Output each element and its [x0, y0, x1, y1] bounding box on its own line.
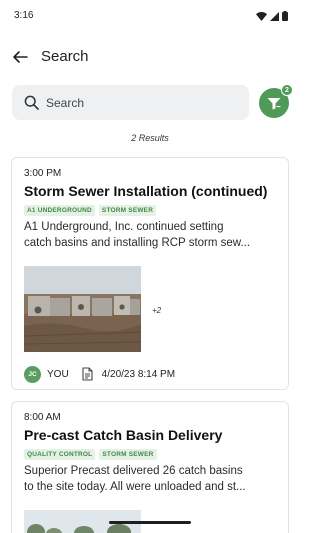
- card-time: 3:00 PM: [24, 168, 62, 179]
- back-button[interactable]: [8, 45, 32, 69]
- tag-list: QUALITY CONTROL STORM SEWER: [24, 449, 157, 460]
- home-indicator[interactable]: [109, 521, 191, 524]
- card-meta: JC YOU 4/20/23 8:14 PM: [24, 365, 175, 383]
- tag: QUALITY CONTROL: [24, 449, 96, 460]
- card-description-line: Superior Precast delivered 26 catch basi…: [24, 465, 243, 477]
- card-time: 8:00 AM: [24, 412, 61, 423]
- card-description-line: catch basins and installing RCP storm se…: [24, 237, 251, 249]
- search-box[interactable]: [12, 85, 249, 120]
- author-label: YOU: [47, 368, 69, 380]
- filter-button[interactable]: 2: [259, 84, 293, 118]
- photo-thumbnail[interactable]: [24, 266, 141, 352]
- document-icon: [81, 366, 95, 382]
- tag: A1 UNDERGROUND: [24, 205, 95, 216]
- arrow-left-icon: [13, 51, 28, 63]
- card-title: Pre-cast Catch Basin Delivery: [24, 427, 223, 443]
- card-description-line: to the site today. All were unloaded and…: [24, 481, 246, 493]
- result-card[interactable]: 8:00 AM Pre-cast Catch Basin Delivery QU…: [11, 401, 289, 533]
- status-icons: [256, 11, 288, 21]
- search-icon: [22, 94, 40, 112]
- result-card[interactable]: 3:00 PM Storm Sewer Installation (contin…: [11, 157, 289, 390]
- tag: STORM SEWER: [99, 449, 157, 460]
- search-input[interactable]: [46, 95, 236, 110]
- status-time: 3:16: [14, 10, 34, 21]
- page-title: Search: [41, 48, 89, 65]
- card-description: Superior Precast delivered 26 catch basi…: [24, 463, 282, 495]
- status-bar: 3:16: [0, 0, 300, 32]
- created-date: 4/20/23 8:14 PM: [101, 368, 176, 380]
- filter-funnel-icon: [267, 97, 281, 109]
- card-title: Storm Sewer Installation (continued): [24, 183, 268, 199]
- results-count: 2 Results: [131, 133, 169, 143]
- battery-icon: [282, 11, 288, 21]
- app-header: Search: [0, 40, 300, 74]
- cell-signal-icon: [270, 11, 279, 21]
- card-description: A1 Underground, Inc. continued setting c…: [24, 219, 282, 251]
- filter-count-badge: 2: [281, 84, 293, 96]
- wifi-icon: [256, 11, 267, 21]
- tag: STORM SEWER: [98, 205, 157, 216]
- construction-site-photo: [24, 266, 141, 352]
- avatar: JC: [24, 365, 41, 383]
- tag-list: A1 UNDERGROUND STORM SEWER: [24, 205, 157, 216]
- more-photos-count[interactable]: +2: [152, 306, 161, 315]
- card-description-line: A1 Underground, Inc. continued setting: [24, 221, 224, 233]
